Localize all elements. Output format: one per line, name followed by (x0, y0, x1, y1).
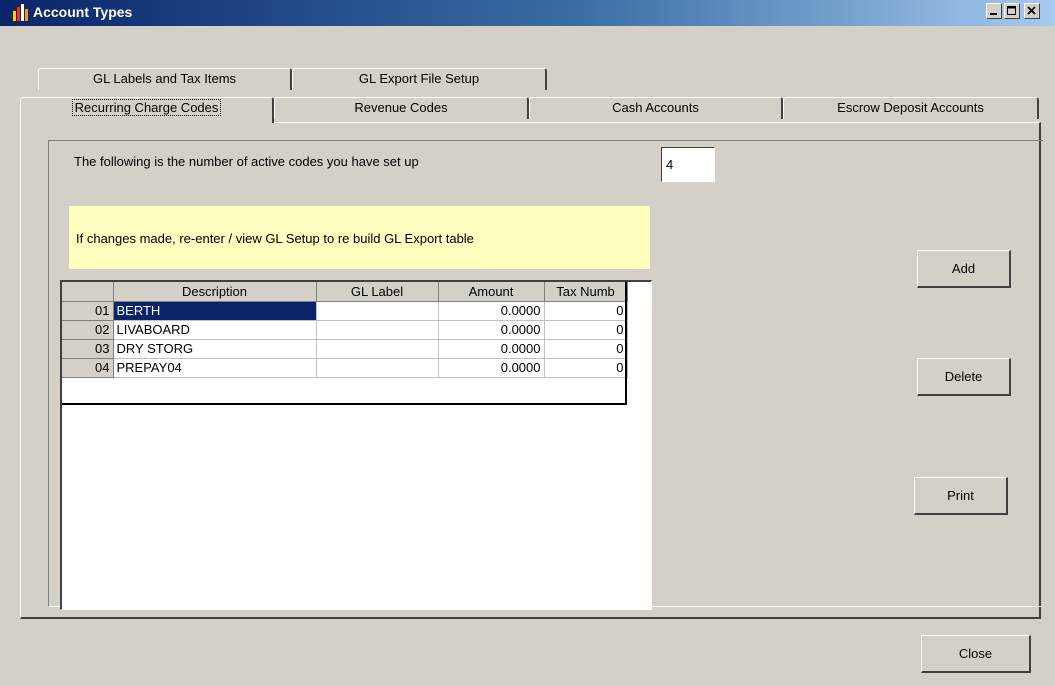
table-row[interactable]: 03 DRY STORG 0.0000 0 (62, 339, 628, 359)
row-number[interactable]: 03 (62, 339, 114, 359)
tab-label: Cash Accounts (612, 100, 699, 115)
maximize-icon (1007, 6, 1016, 15)
tab-gl-labels-tax-items[interactable]: GL Labels and Tax Items (38, 68, 292, 90)
close-button[interactable]: Close (921, 635, 1031, 673)
gl-label-cell[interactable] (316, 301, 439, 321)
tax-number-cell[interactable]: 0 (544, 339, 628, 359)
tax-number-cell[interactable]: 0 (544, 320, 628, 340)
header-row: Description GL Label Amount Tax Numb (62, 282, 628, 302)
table-row[interactable]: 01 BERTH 0.0000 0 (62, 301, 628, 321)
tab-label: GL Labels and Tax Items (92, 71, 237, 86)
description-cell[interactable]: LIVABOARD (113, 320, 317, 340)
gl-label-cell[interactable] (316, 339, 439, 359)
gl-label-cell[interactable] (316, 320, 439, 340)
description-cell[interactable]: BERTH (113, 301, 317, 321)
description-cell[interactable]: DRY STORG (113, 339, 317, 359)
tab-label: Recurring Charge Codes (71, 99, 222, 116)
amount-cell[interactable]: 0.0000 (438, 358, 545, 378)
tax-number-cell[interactable]: 0 (544, 358, 628, 378)
gl-label-cell[interactable] (316, 358, 439, 378)
active-codes-label: The following is the number of active co… (74, 154, 419, 169)
minimize-icon (990, 13, 997, 15)
tab-revenue-codes[interactable]: Revenue Codes (274, 97, 529, 119)
add-button[interactable]: Add (917, 250, 1011, 288)
codes-table: Description GL Label Amount Tax Numb 01 … (62, 282, 628, 378)
app-icon (13, 4, 28, 21)
column-header-amount[interactable]: Amount (438, 282, 545, 302)
amount-cell[interactable]: 0.0000 (438, 320, 545, 340)
window-title: Account Types (33, 4, 133, 20)
row-number[interactable]: 02 (62, 320, 114, 340)
row-number[interactable]: 04 (62, 358, 114, 378)
minimize-button[interactable] (986, 3, 1002, 19)
title-bar: Account Types (0, 0, 1055, 26)
table-row[interactable]: 02 LIVABOARD 0.0000 0 (62, 320, 628, 340)
table-row[interactable]: 04 PREPAY04 0.0000 0 (62, 358, 628, 378)
amount-cell[interactable]: 0.0000 (438, 339, 545, 359)
tab-label: Revenue Codes (354, 100, 448, 115)
tab-label: Escrow Deposit Accounts (837, 100, 984, 115)
active-codes-count-field[interactable] (661, 147, 715, 182)
maximize-button[interactable] (1004, 3, 1020, 19)
delete-button[interactable]: Delete (917, 358, 1011, 396)
column-header-gl-label[interactable]: GL Label (316, 282, 439, 302)
notice-text: If changes made, re-enter / view GL Setu… (76, 231, 474, 246)
amount-cell[interactable]: 0.0000 (438, 301, 545, 321)
tab-cash-accounts[interactable]: Cash Accounts (529, 97, 783, 119)
corner-header (62, 282, 114, 302)
tab-escrow-deposit-accounts[interactable]: Escrow Deposit Accounts (783, 97, 1039, 119)
tab-gl-export-file-setup[interactable]: GL Export File Setup (292, 68, 547, 90)
recurring-charge-codes-grid[interactable]: Description GL Label Amount Tax Numb 01 … (60, 280, 652, 610)
column-header-tax-number[interactable]: Tax Numb (544, 282, 628, 302)
close-icon (1027, 6, 1036, 15)
description-cell[interactable]: PREPAY04 (113, 358, 317, 378)
print-button[interactable]: Print (914, 477, 1008, 515)
tab-label: GL Export File Setup (358, 71, 480, 86)
tax-number-cell[interactable]: 0 (544, 301, 628, 321)
tab-recurring-charge-codes[interactable]: Recurring Charge Codes (20, 97, 274, 123)
row-number[interactable]: 01 (62, 301, 114, 321)
gl-setup-notice: If changes made, re-enter / view GL Setu… (69, 206, 650, 269)
column-header-description[interactable]: Description (113, 282, 317, 302)
close-window-button[interactable] (1024, 3, 1040, 19)
